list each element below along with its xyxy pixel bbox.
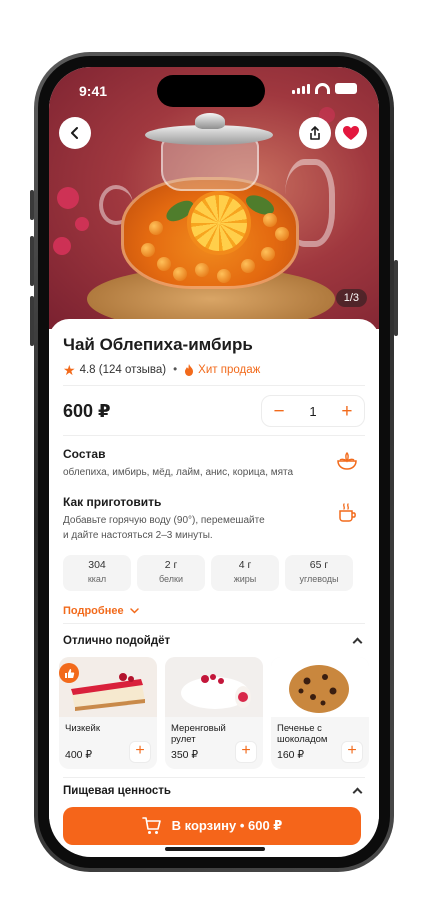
phone-power-button [394, 260, 398, 336]
pairings-header[interactable]: Отлично подойдёт [63, 635, 365, 648]
chevron-down-icon [129, 608, 139, 614]
nutrition-chip: 65 г углеводы [285, 555, 353, 591]
chocolate-cookie-image [271, 657, 369, 717]
back-button[interactable] [59, 117, 91, 149]
nutrition-unit: углеводы [299, 574, 339, 584]
decrease-button[interactable]: − [270, 402, 288, 421]
image-counter: 1/3 [335, 289, 367, 307]
increase-button[interactable]: + [338, 402, 356, 421]
wifi-icon [315, 83, 330, 94]
hot-cup-icon [339, 503, 356, 522]
quantity-value: 1 [309, 403, 317, 419]
status-time: 9:41 [79, 83, 108, 99]
how-to-line-2: и дайте настояться 2–3 минуты. [63, 530, 213, 541]
nutrition-unit: белки [159, 574, 183, 584]
meringue-roll-image [165, 657, 263, 717]
how-to-text: Добавьте горячую воду (90°), перемешайте… [63, 513, 303, 543]
add-button[interactable]: + [235, 741, 257, 763]
add-button[interactable]: + [341, 741, 363, 763]
how-to-title: Как приготовить [63, 495, 162, 509]
nutrition-value: 65 г [309, 559, 329, 571]
nutrition-unit: жиры [233, 574, 257, 584]
pairings-title: Отлично подойдёт [63, 635, 171, 647]
chevron-left-icon [71, 127, 78, 139]
divider [63, 435, 365, 436]
signal-icon [292, 83, 310, 94]
phone-frame: 9:41 1/3 Чай Облепиха-имбирь ★ 4.8 (124 … [34, 52, 394, 872]
heart-icon [343, 126, 359, 140]
favorite-button[interactable] [335, 117, 367, 149]
nutrition-title: Пищевая ценность [63, 785, 171, 797]
nutrition-value: 2 г [164, 559, 178, 571]
pairings-list: Чизкейк 400 ₽ + Меренговый рулет 350 ₽ + [59, 657, 369, 769]
nutrition-unit: ккал [87, 574, 107, 584]
add-to-cart-button[interactable]: В корзину • 600 ₽ [63, 807, 361, 845]
more-link[interactable]: Подробнее [63, 605, 139, 617]
more-label: Подробнее [63, 605, 124, 617]
product-title: Чай Облепиха-имбирь [63, 335, 253, 354]
hit-badge: Хит продаж [198, 364, 261, 376]
add-to-cart-label: В корзину • 600 ₽ [171, 818, 283, 833]
share-icon [310, 125, 320, 140]
composition-text: облепиха, имбирь, мёд, лайм, анис, кориц… [63, 467, 294, 478]
nutrition-value: 304 [88, 559, 106, 571]
status-icons [292, 83, 357, 94]
add-button[interactable]: + [129, 741, 151, 763]
product-hero-image: 9:41 1/3 [49, 67, 379, 329]
pairing-card[interactable]: Печенье с шоколадом 160 ₽ + [271, 657, 369, 769]
divider [63, 385, 365, 386]
divider [63, 777, 365, 778]
nutrition-header[interactable]: Пищевая ценность [63, 785, 365, 798]
pairing-name: Чизкейк [65, 723, 101, 734]
pairing-price: 400 ₽ [65, 749, 93, 761]
product-meta: ★ 4.8 (124 отзыва) • Хит продаж [63, 362, 261, 378]
pairing-card[interactable]: Меренговый рулет 350 ₽ + [165, 657, 263, 769]
star-icon: ★ [63, 362, 76, 378]
share-button[interactable] [299, 117, 331, 149]
nutrition-chip: 304 ккал [63, 555, 131, 591]
pairing-price: 160 ₽ [277, 749, 305, 761]
dynamic-island [157, 75, 265, 107]
home-indicator [165, 847, 265, 851]
pairing-name: Печенье с шоколадом [277, 723, 328, 745]
app-screen: 9:41 1/3 Чай Облепиха-имбирь ★ 4.8 (124 … [49, 67, 379, 857]
quantity-stepper: − 1 + [261, 395, 365, 427]
orange-slice-icon [187, 191, 251, 255]
battery-icon [335, 83, 357, 94]
pairing-name: Меренговый рулет [171, 723, 226, 745]
nutrition-value: 4 г [238, 559, 252, 571]
thumbs-up-icon [59, 663, 79, 683]
pairing-price: 350 ₽ [171, 749, 199, 761]
nutrition-chip: 4 г жиры [211, 555, 279, 591]
divider [63, 623, 365, 624]
nutrition-chips: 304 ккал 2 г белки 4 г жиры 65 г углевод… [63, 555, 353, 591]
chevron-up-icon[interactable] [352, 787, 363, 798]
nutrition-chip: 2 г белки [137, 555, 205, 591]
fire-icon [185, 364, 194, 376]
bowl-leaf-icon [337, 452, 357, 470]
product-price: 600 ₽ [63, 401, 111, 421]
rating-text: 4.8 (124 отзыва) [79, 364, 167, 376]
how-to-line-1: Добавьте горячую воду (90°), перемешайте [63, 515, 265, 526]
composition-title: Состав [63, 447, 106, 461]
cart-icon [141, 817, 161, 834]
chevron-up-icon[interactable] [352, 637, 363, 648]
